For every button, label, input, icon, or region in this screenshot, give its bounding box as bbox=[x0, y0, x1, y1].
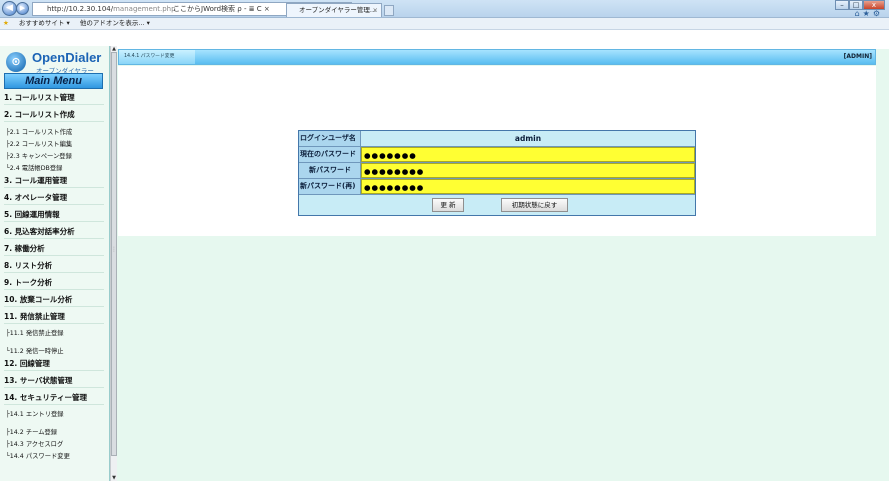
sidebar-item[interactable]: 10. 放棄コール分析 bbox=[4, 294, 104, 307]
browser-tab[interactable]: オープンダイヤラー管理... × bbox=[286, 3, 382, 17]
back-arrow-icon: ◀ bbox=[6, 3, 13, 13]
user-label: ログインユーザ名 bbox=[299, 131, 361, 146]
sidebar-item[interactable]: 13. サーバ状態管理 bbox=[4, 375, 104, 388]
favorite-item-recommended[interactable]: おすすめサイト ▾ bbox=[19, 19, 70, 27]
tab-close-icon[interactable]: × bbox=[373, 4, 378, 17]
sidebar-subitem[interactable]: ├14.1 エントリ登録 bbox=[6, 409, 64, 418]
content-area: 14.4.1 パスワード変更 [ADMIN] ログインユーザ名 admin 現在… bbox=[117, 46, 889, 481]
favorites-star-icon[interactable]: ★ bbox=[3, 19, 9, 27]
gear-icon[interactable]: ⚙ bbox=[873, 9, 883, 18]
new-password-input[interactable]: ●●●●●●●● bbox=[361, 163, 695, 178]
sidebar-subitem[interactable]: ├2.3 キャンペーン登録 bbox=[6, 151, 72, 160]
form-row-current-password: 現在のパスワード ●●●●●●● bbox=[299, 147, 695, 163]
role-badge: [ADMIN] bbox=[843, 53, 872, 60]
sidebar-item[interactable]: 9. トーク分析 bbox=[4, 277, 104, 290]
sidebar-subitem[interactable]: ├2.2 コールリスト編集 bbox=[6, 139, 72, 148]
sidebar-item[interactable]: 4. オペレータ管理 bbox=[4, 192, 104, 205]
update-button[interactable]: 更 新 bbox=[432, 198, 464, 212]
sidebar-item[interactable]: 11. 発信禁止管理 bbox=[4, 311, 104, 324]
search-controls[interactable]: ρ - ≣ C × bbox=[237, 5, 270, 13]
sidebar-item[interactable]: 1. コールリスト管理 bbox=[4, 92, 104, 105]
sidebar-subitem[interactable]: ├2.1 コールリスト作成 bbox=[6, 127, 72, 136]
new-password-label: 新パスワード bbox=[299, 163, 361, 178]
sidebar-subitem[interactable]: ├11.1 発信禁止登録 bbox=[6, 328, 64, 337]
reset-button[interactable]: 初期状態に戻す bbox=[501, 198, 568, 212]
address-text: http://10.2.30.104/management.php bbox=[47, 5, 176, 13]
header-bar: 14.4.1 パスワード変更 [ADMIN] bbox=[118, 49, 876, 65]
sidebar-item[interactable]: 8. リスト分析 bbox=[4, 260, 104, 273]
form-row-new-password: 新パスワード ●●●●●●●● bbox=[299, 163, 695, 179]
sidebar-subitem[interactable]: ├14.2 チーム登録 bbox=[6, 427, 57, 436]
breadcrumb: 14.4.1 パスワード変更 bbox=[119, 50, 195, 64]
logo-icon: ⊙ bbox=[6, 52, 26, 72]
sidebar-item[interactable]: 12. 回線管理 bbox=[4, 358, 104, 371]
minimize-button[interactable]: – bbox=[835, 0, 849, 10]
form-row-user: ログインユーザ名 admin bbox=[299, 131, 695, 147]
sidebar-item[interactable]: 14. セキュリティー管理 bbox=[4, 392, 104, 405]
forward-arrow-icon: ▶ bbox=[19, 4, 26, 12]
sidebar-item[interactable]: 6. 見込客対話率分析 bbox=[4, 226, 104, 239]
confirm-password-label: 新パスワード(再) bbox=[299, 179, 361, 194]
sidebar-item[interactable]: 2. コールリスト作成 bbox=[4, 109, 104, 122]
search-box[interactable]: ここからJWord検索 ρ - ≣ C × bbox=[173, 3, 270, 15]
confirm-password-input[interactable]: ●●●●●●●● bbox=[361, 179, 695, 194]
sidebar-subitem[interactable]: └14.4 パスワード変更 bbox=[6, 451, 70, 460]
sidebar-subitem[interactable]: └2.4 電話帳DB登録 bbox=[6, 163, 62, 172]
browser-tool-icons: ⌂★⚙ bbox=[855, 9, 883, 18]
password-change-form: ログインユーザ名 admin 現在のパスワード ●●●●●●● 新パスワード ●… bbox=[298, 130, 696, 216]
new-tab-button[interactable] bbox=[384, 5, 394, 16]
tab-title: オープンダイヤラー管理... bbox=[299, 6, 377, 14]
current-password-input[interactable]: ●●●●●●● bbox=[361, 147, 695, 162]
user-value: admin bbox=[361, 131, 695, 146]
browser-titlebar: ◀ ▶ http://10.2.30.104/management.php ここ… bbox=[0, 0, 889, 18]
form-panel: ログインユーザ名 admin 現在のパスワード ●●●●●●● 新パスワード ●… bbox=[118, 66, 876, 236]
logo: ⊙ OpenDialer オープンダイヤラー bbox=[6, 50, 106, 75]
sidebar-item[interactable]: 3. コール運用管理 bbox=[4, 175, 104, 188]
favorites-star-icon[interactable]: ★ bbox=[863, 9, 873, 18]
favorites-bar: ★ おすすめサイト ▾ 他のアドオンを表示... ▾ bbox=[0, 18, 889, 30]
forward-button[interactable]: ▶ bbox=[16, 2, 29, 15]
favorite-item-addons[interactable]: 他のアドオンを表示... ▾ bbox=[80, 19, 150, 27]
sidebar-subitem[interactable]: └11.2 発信一時停止 bbox=[6, 346, 64, 355]
sidebar-subitem[interactable]: ├14.3 アクセスログ bbox=[6, 439, 63, 448]
back-button[interactable]: ◀ bbox=[2, 1, 17, 16]
form-button-row: 更 新 初期状態に戻す bbox=[299, 195, 695, 216]
home-icon[interactable]: ⌂ bbox=[855, 9, 863, 18]
sidebar: ⊙ OpenDialer オープンダイヤラー Main Menu 1. コールリ… bbox=[0, 46, 110, 481]
sidebar-item[interactable]: 7. 稼働分析 bbox=[4, 243, 104, 256]
current-password-label: 現在のパスワード bbox=[299, 147, 361, 162]
form-row-confirm-password: 新パスワード(再) ●●●●●●●● bbox=[299, 179, 695, 195]
sidebar-scrollbar[interactable]: ▲ ⋮ ▼ bbox=[110, 46, 117, 481]
logo-title: OpenDialer bbox=[32, 50, 102, 65]
sidebar-item[interactable]: 5. 回線運用情報 bbox=[4, 209, 104, 222]
main-menu-header: Main Menu bbox=[4, 73, 103, 89]
